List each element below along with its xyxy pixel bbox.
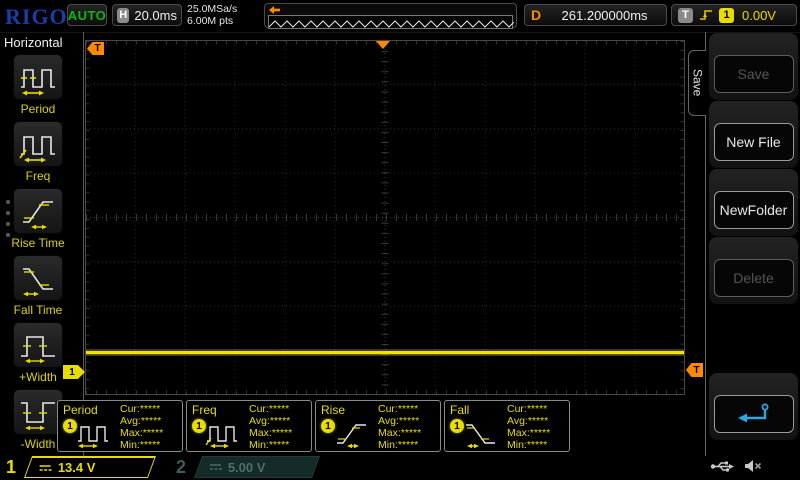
waveform-display: T 1 T bbox=[85, 40, 685, 395]
menu-item-label: Period bbox=[21, 102, 56, 116]
save-button[interactable]: Save bbox=[714, 55, 794, 93]
new-folder-button[interactable]: NewFolder bbox=[714, 191, 794, 229]
fall-time-icon bbox=[13, 255, 63, 301]
delete-button[interactable]: Delete bbox=[714, 259, 794, 297]
measurement-panels: Period 1 Cur:***** Avg:***** Max:***** M… bbox=[57, 400, 570, 452]
waveform-overview-strip bbox=[264, 3, 517, 28]
trigger-position-icon bbox=[269, 6, 281, 14]
channel2-number: 2 bbox=[176, 457, 186, 478]
menu-item-freq[interactable]: Freq bbox=[0, 121, 76, 188]
usb-icon bbox=[710, 460, 734, 473]
rise-measure-icon bbox=[334, 417, 372, 449]
sample-rate: 25.0MSa/s bbox=[187, 3, 237, 15]
channel1-number: 1 bbox=[6, 457, 16, 478]
period-icon bbox=[13, 54, 63, 100]
measurement-panel-fall: Fall 1 Cur:***** Avg:***** Max:***** Min… bbox=[444, 400, 570, 452]
dc-coupling-icon bbox=[39, 463, 52, 473]
run-status-badge: AUTO bbox=[67, 4, 107, 26]
measurement-panel-freq: Freq 1 Cur:***** Avg:***** Max:***** Min… bbox=[186, 400, 312, 452]
trigger-label: T bbox=[678, 8, 693, 23]
acquisition-info: 25.0MSa/s 6.00M pts bbox=[187, 3, 237, 27]
channel1-status[interactable]: 13.4 V bbox=[24, 456, 156, 478]
trigger-level-marker: T bbox=[686, 363, 703, 377]
menu-item-label: Freq bbox=[26, 169, 51, 183]
dc-coupling-icon bbox=[209, 462, 222, 472]
menu-item-period[interactable]: Period bbox=[0, 54, 76, 121]
measurement-panel-rise: Rise 1 Cur:***** Avg:***** Max:***** Min… bbox=[315, 400, 441, 452]
menu-item-label: Rise Time bbox=[11, 236, 64, 250]
menu-slot bbox=[709, 373, 798, 440]
trigger-box: T 1 0.00V bbox=[671, 4, 797, 26]
delay-box: D 261.200000ms bbox=[524, 4, 667, 26]
save-menu-tab: Save bbox=[688, 50, 706, 116]
top-status-bar: RIGOL AUTO H 20.0ms 25.0MSa/s 6.00M pts … bbox=[0, 0, 800, 33]
channel1-scale: 13.4 V bbox=[58, 460, 96, 475]
new-file-button[interactable]: New File bbox=[714, 123, 794, 161]
measure-menu-title: Horizontal bbox=[0, 32, 83, 54]
channel1-trace bbox=[86, 349, 684, 356]
oscilloscope-screen: RIGOL AUTO H 20.0ms 25.0MSa/s 6.00M pts … bbox=[0, 0, 800, 480]
menu-slot: Delete bbox=[709, 237, 798, 304]
source-badge: 1 bbox=[321, 419, 335, 433]
pos-width-icon bbox=[13, 322, 63, 368]
source-badge: 1 bbox=[450, 419, 464, 433]
period-measure-icon bbox=[76, 417, 114, 449]
trigger-source-badge: 1 bbox=[719, 8, 734, 23]
measure-stats: Cur:***** Avg:***** Max:***** Min:***** bbox=[378, 403, 421, 451]
menu-item-label: -Width bbox=[21, 437, 56, 451]
source-badge: 1 bbox=[192, 419, 206, 433]
rising-edge-icon bbox=[699, 8, 713, 22]
menu-item-label: +Width bbox=[19, 370, 57, 384]
fall-measure-icon bbox=[463, 417, 501, 449]
source-badge: 1 bbox=[63, 419, 77, 433]
freq-icon bbox=[13, 121, 63, 167]
return-arrow-icon bbox=[734, 402, 774, 426]
menu-slot-empty bbox=[709, 305, 798, 372]
run-status-label: AUTO bbox=[68, 8, 107, 23]
speaker-muted-icon bbox=[744, 459, 762, 473]
rise-time-icon bbox=[13, 188, 63, 234]
measure-stats: Cur:***** Avg:***** Max:***** Min:***** bbox=[120, 403, 163, 451]
measure-stats: Cur:***** Avg:***** Max:***** Min:***** bbox=[249, 403, 292, 451]
menu-item-label: Fall Time bbox=[14, 303, 63, 317]
return-button[interactable] bbox=[714, 395, 794, 433]
memory-depth: 6.00M pts bbox=[187, 15, 237, 27]
measure-stats: Cur:***** Avg:***** Max:***** Min:***** bbox=[507, 403, 550, 451]
menu-item-fall-time[interactable]: Fall Time bbox=[0, 255, 76, 322]
menu-page-dots bbox=[6, 200, 10, 237]
timebase-box: H 20.0ms bbox=[112, 4, 182, 26]
delay-label: D bbox=[531, 7, 541, 23]
trigger-level-value: 0.00V bbox=[742, 8, 776, 23]
channel2-scale: 5.00 V bbox=[228, 460, 266, 475]
channel2-status[interactable]: 5.00 V bbox=[194, 456, 320, 478]
menu-item-rise-time[interactable]: Rise Time bbox=[0, 188, 76, 255]
menu-slot: Save bbox=[709, 33, 798, 100]
horizontal-badge: H bbox=[117, 8, 129, 23]
system-icons bbox=[710, 459, 762, 473]
timebase-value: 20.0ms bbox=[134, 8, 177, 23]
memory-waveform-preview bbox=[268, 15, 513, 29]
preview-zigzag-icon bbox=[269, 19, 514, 29]
save-menu: Save Save New File NewFolder Delete bbox=[705, 32, 800, 456]
menu-slot: NewFolder bbox=[709, 169, 798, 236]
channel-status-bar: 1 13.4 V 2 5.00 V bbox=[0, 456, 800, 480]
neg-width-icon bbox=[13, 389, 63, 435]
freq-measure-icon bbox=[205, 417, 243, 449]
graticule bbox=[85, 40, 685, 395]
measurement-panel-period: Period 1 Cur:***** Avg:***** Max:***** M… bbox=[57, 400, 183, 452]
delay-value: 261.200000ms bbox=[549, 8, 660, 23]
measure-menu: Horizontal Period bbox=[0, 32, 84, 458]
menu-slot: New File bbox=[709, 101, 798, 168]
